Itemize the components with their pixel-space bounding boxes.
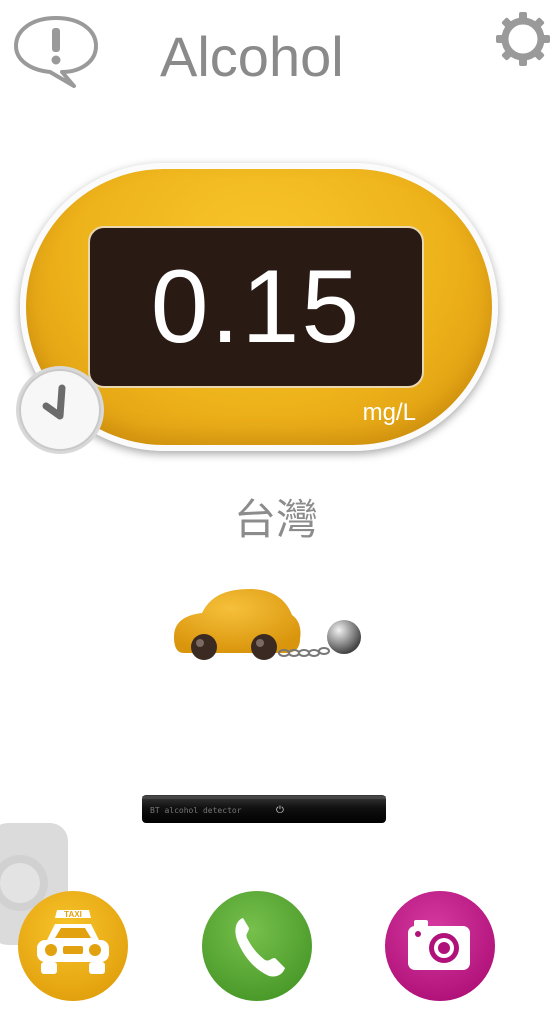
taxi-button[interactable]: TAXI <box>17 890 129 1002</box>
reading-unit: mg/L <box>362 399 416 426</box>
history-button[interactable] <box>12 362 108 458</box>
camera-button[interactable] <box>384 890 496 1002</box>
taxi-icon: TAXI <box>18 891 128 1001</box>
car-with-ball-and-chain-icon <box>174 589 361 660</box>
region-label: 台灣 <box>233 495 318 544</box>
gear-icon <box>496 12 550 66</box>
detector-device-image: BT alcohol detector ⏻ <box>142 793 386 825</box>
page-title: Alcohol <box>160 25 344 88</box>
call-button[interactable] <box>201 890 313 1002</box>
power-icon: ⏻ <box>276 805 284 816</box>
breathalyzer-device-icon: BT alcohol detector ⏻ <box>142 795 386 823</box>
camera-icon <box>385 891 495 1001</box>
taxi-sign-label: TAXI <box>64 910 82 919</box>
settings-button[interactable] <box>494 10 552 68</box>
alert-button[interactable] <box>10 12 102 90</box>
phone-icon <box>202 891 312 1001</box>
status-illustration <box>168 585 368 671</box>
clock-icon <box>16 366 104 454</box>
alcohol-reading-value: 0.15 <box>150 249 362 365</box>
alert-speech-bubble-icon <box>14 16 98 88</box>
device-label: BT alcohol detector <box>150 806 242 815</box>
